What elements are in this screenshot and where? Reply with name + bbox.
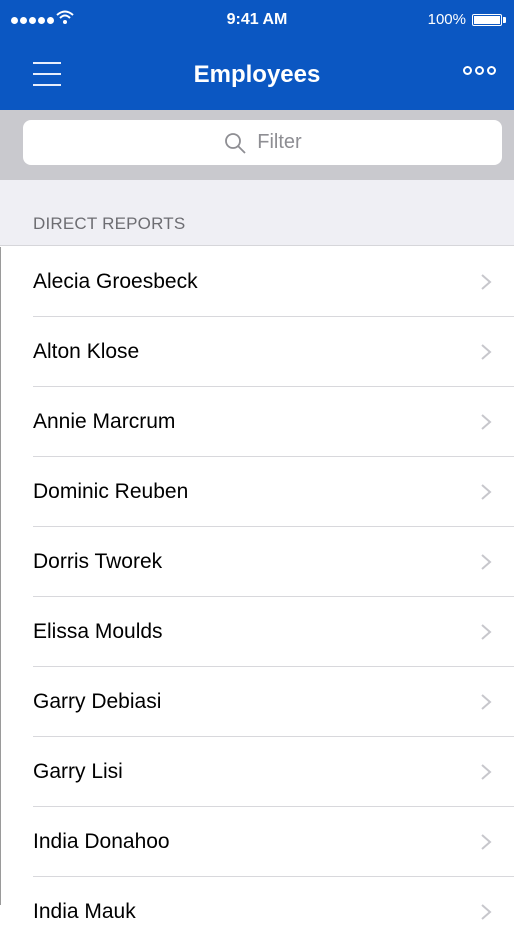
chevron-right-icon bbox=[481, 484, 492, 500]
employee-name: Garry Debiasi bbox=[33, 690, 162, 713]
employee-list: Alecia Groesbeck Alton Klose Annie Marcr… bbox=[0, 247, 514, 947]
employee-row[interactable]: India Mauk bbox=[0, 877, 514, 947]
employee-row[interactable]: Annie Marcrum bbox=[0, 387, 514, 457]
employee-name: Alecia Groesbeck bbox=[33, 270, 198, 293]
employee-name: Elissa Moulds bbox=[33, 620, 163, 643]
search-bar-container: Filter bbox=[0, 110, 514, 180]
chevron-right-icon bbox=[481, 834, 492, 850]
employee-name: India Mauk bbox=[33, 900, 136, 923]
employee-row[interactable]: Dorris Tworek bbox=[0, 527, 514, 597]
chevron-right-icon bbox=[481, 274, 492, 290]
battery-percentage: 100% bbox=[427, 11, 466, 28]
employee-name: Alton Klose bbox=[33, 340, 140, 363]
chevron-right-icon bbox=[481, 904, 492, 920]
navigation-bar: Employees bbox=[0, 40, 514, 110]
battery-tip bbox=[503, 17, 506, 23]
employee-row[interactable]: Alton Klose bbox=[0, 317, 514, 387]
employee-row[interactable]: Dominic Reuben bbox=[0, 457, 514, 527]
filter-search-input[interactable]: Filter bbox=[23, 120, 502, 165]
filter-placeholder: Filter bbox=[257, 131, 302, 153]
employee-name: Dorris Tworek bbox=[33, 550, 163, 573]
chevron-right-icon bbox=[481, 764, 492, 780]
battery-icon bbox=[472, 14, 502, 26]
chevron-right-icon bbox=[481, 694, 492, 710]
status-bar: 9:41 AM 100% bbox=[0, 0, 514, 40]
more-options-icon[interactable] bbox=[463, 66, 496, 75]
employee-row[interactable]: India Donahoo bbox=[0, 807, 514, 877]
chevron-right-icon bbox=[481, 414, 492, 430]
chevron-right-icon bbox=[481, 624, 492, 640]
section-label-direct-reports: DIRECT REPORTS bbox=[33, 214, 186, 233]
employee-name: India Donahoo bbox=[33, 830, 170, 853]
chevron-right-icon bbox=[481, 344, 492, 360]
section-header: DIRECT REPORTS bbox=[0, 180, 514, 246]
chevron-right-icon bbox=[481, 554, 492, 570]
search-icon bbox=[225, 132, 246, 154]
employee-row[interactable]: Garry Lisi bbox=[0, 737, 514, 807]
employee-row[interactable]: Elissa Moulds bbox=[0, 597, 514, 667]
page-title: Employees bbox=[193, 61, 321, 88]
employee-row[interactable]: Garry Debiasi bbox=[0, 667, 514, 737]
employee-name: Garry Lisi bbox=[33, 760, 123, 783]
employee-name: Annie Marcrum bbox=[33, 410, 176, 433]
employee-row[interactable]: Alecia Groesbeck bbox=[0, 247, 514, 317]
employee-name: Dominic Reuben bbox=[33, 480, 189, 503]
